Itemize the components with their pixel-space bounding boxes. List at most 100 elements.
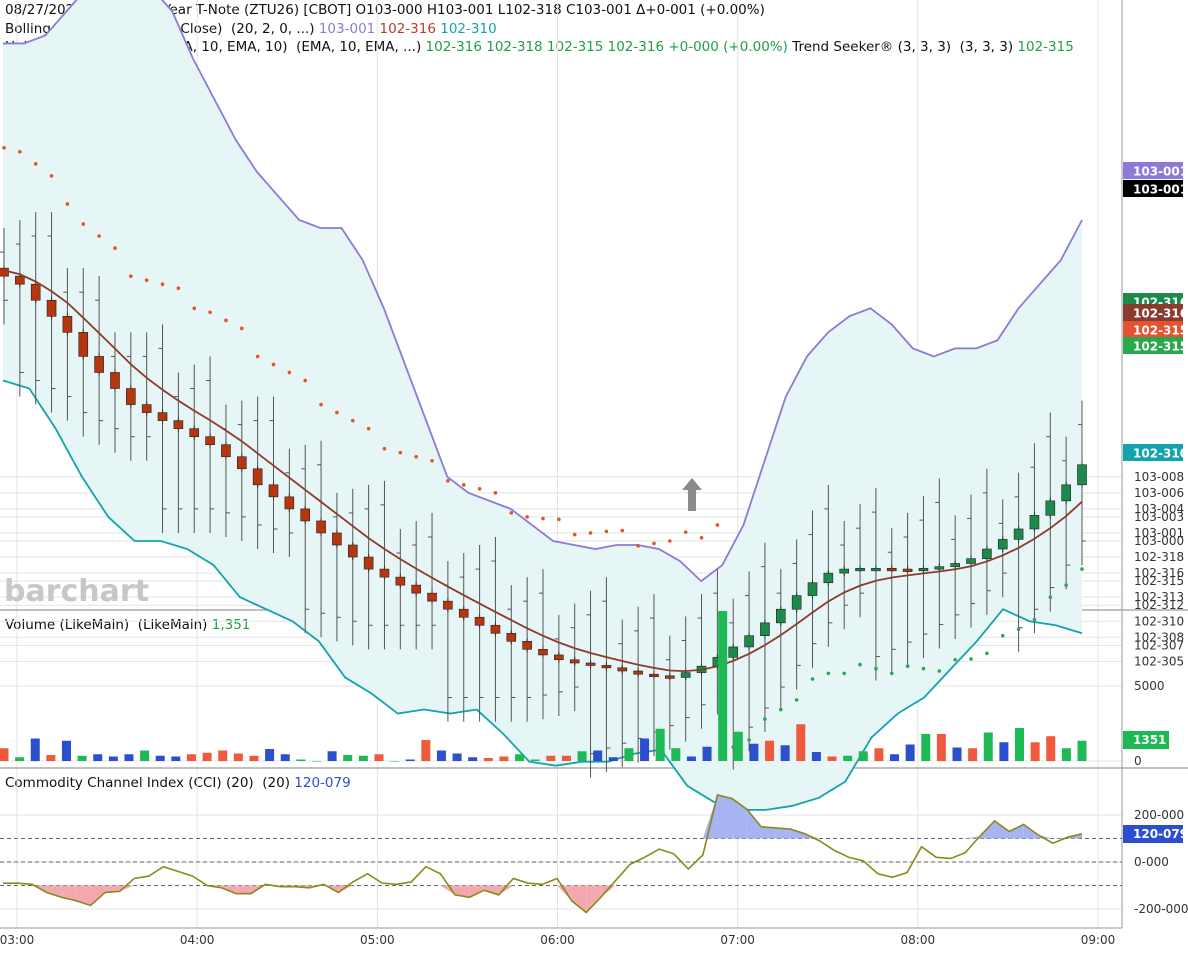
- trend-seeker-dot-up: [1016, 627, 1021, 632]
- candle-down: [0, 267, 9, 277]
- time-tick-label: 08:00: [901, 933, 936, 947]
- volume-bar: [811, 752, 821, 761]
- trend-seeker-dot-down: [604, 529, 609, 534]
- volume-bar: [93, 754, 103, 761]
- price-tag-label: 103-001: [1133, 183, 1188, 197]
- cci-oversold-fill: [440, 885, 456, 895]
- chart-canvas[interactable]: 102-305102-307102-308102-310102-312102-3…: [0, 0, 1188, 953]
- candle-down: [538, 649, 548, 656]
- price-tick-label: 103-004: [1134, 502, 1184, 516]
- trend-seeker-dot-down: [160, 282, 165, 287]
- candle-up: [775, 608, 786, 624]
- volume-bar: [921, 734, 931, 761]
- volume-bar: [186, 754, 196, 761]
- candle-down: [522, 641, 532, 650]
- trend-seeker-dot-down: [350, 418, 355, 423]
- trend-seeker-dot-down: [208, 310, 212, 315]
- cci-tick-label: 0-000: [1134, 855, 1169, 869]
- volume-bar: [108, 756, 118, 761]
- cci-oversold-fill: [236, 885, 251, 894]
- trend-seeker-dot-up: [905, 664, 910, 668]
- trend-seeker-dot-up: [778, 707, 783, 712]
- volume-tag: 1351: [1123, 731, 1169, 749]
- volume-bar: [530, 759, 540, 761]
- trend-seeker-dot-down: [715, 523, 720, 527]
- trend-seeker-dot-down: [652, 541, 656, 546]
- price-tick-label: 103-008: [1134, 470, 1184, 484]
- price-tag: 103-001: [1123, 162, 1188, 179]
- price-tag-label: 102-315: [1133, 340, 1188, 354]
- trend-seeker-dot-down: [557, 517, 561, 522]
- time-tick-label: 06:00: [540, 933, 575, 947]
- candle-up: [1045, 500, 1056, 516]
- volume-bar: [858, 751, 868, 761]
- trend-seeker-dot-down: [129, 274, 133, 278]
- cci-tick-label: 200-000: [1134, 808, 1184, 822]
- trend-seeker-dot-down: [668, 539, 672, 543]
- candle-up: [855, 567, 865, 572]
- volume-bar: [546, 755, 556, 761]
- volume-bar: [374, 754, 384, 761]
- trend-seeker-dot-down: [271, 362, 276, 367]
- volume-bar: [483, 758, 493, 761]
- trend-seeker-dot-up: [889, 671, 894, 676]
- cci-overbought-fill: [1009, 824, 1024, 839]
- volume-bar: [983, 732, 993, 761]
- candle-up: [760, 622, 770, 636]
- candle-down: [157, 412, 168, 421]
- volume-bar: [171, 756, 181, 761]
- volume-bar: [843, 755, 853, 761]
- candle-up: [966, 558, 976, 564]
- candle-down: [554, 654, 564, 661]
- trend-seeker-dot-up: [1080, 567, 1084, 571]
- candle-down: [633, 670, 643, 675]
- cci-tag-label: 120-079: [1133, 827, 1188, 841]
- price-tick-label: 102-318: [1134, 550, 1184, 564]
- candle-down: [173, 420, 184, 429]
- price-tag: 102-315: [1123, 337, 1188, 354]
- trend-seeker-dot-up: [985, 651, 989, 656]
- candle-down: [15, 275, 25, 285]
- trend-seeker-dot-up: [953, 657, 957, 662]
- candle-down: [902, 568, 913, 572]
- volume-bar: [265, 749, 275, 761]
- volume-bar: [999, 742, 1009, 761]
- candle-down: [141, 404, 152, 413]
- volume-tag-label: 1351: [1133, 733, 1166, 747]
- candle-down: [347, 544, 358, 558]
- candle-up: [839, 568, 850, 574]
- candle-down: [363, 556, 374, 570]
- volume-bar: [733, 731, 743, 761]
- trend-seeker-dot-down: [509, 511, 514, 515]
- volume-bar: [827, 756, 837, 761]
- time-tick-label: 03:00: [0, 933, 34, 947]
- volume-bar: [124, 754, 134, 761]
- candle-down: [665, 675, 675, 679]
- candle-down: [316, 520, 326, 534]
- volume-bar: [296, 759, 306, 761]
- time-tick-label: 05:00: [360, 933, 395, 947]
- volume-bar: [577, 751, 587, 761]
- volume-bar: [155, 755, 165, 761]
- volume-bar: [452, 753, 462, 761]
- price-tick-label: 102-313: [1134, 590, 1184, 604]
- volume-bar: [874, 748, 884, 761]
- trend-seeker-dot-up: [747, 738, 751, 742]
- time-tick-label: 04:00: [180, 933, 215, 947]
- price-tick-label: 103-006: [1134, 486, 1184, 500]
- cci-line: [3, 794, 1083, 914]
- volume-bar: [718, 611, 728, 761]
- volume-bar: [655, 728, 665, 761]
- volume-bar: [249, 755, 259, 761]
- price-tag: 102-315: [1123, 321, 1188, 338]
- candle-down: [268, 484, 279, 498]
- candle-up: [871, 567, 881, 572]
- buy-signal-arrow: [682, 478, 702, 511]
- trend-seeker-dot-down: [81, 222, 86, 226]
- trend-seeker-dot-up: [763, 717, 767, 721]
- watermark: barchart: [4, 574, 149, 609]
- volume-bar: [765, 740, 775, 761]
- price-tag: 103-001: [1123, 180, 1188, 197]
- trend-seeker-dot-up: [1048, 595, 1053, 599]
- volume-bar: [46, 755, 56, 761]
